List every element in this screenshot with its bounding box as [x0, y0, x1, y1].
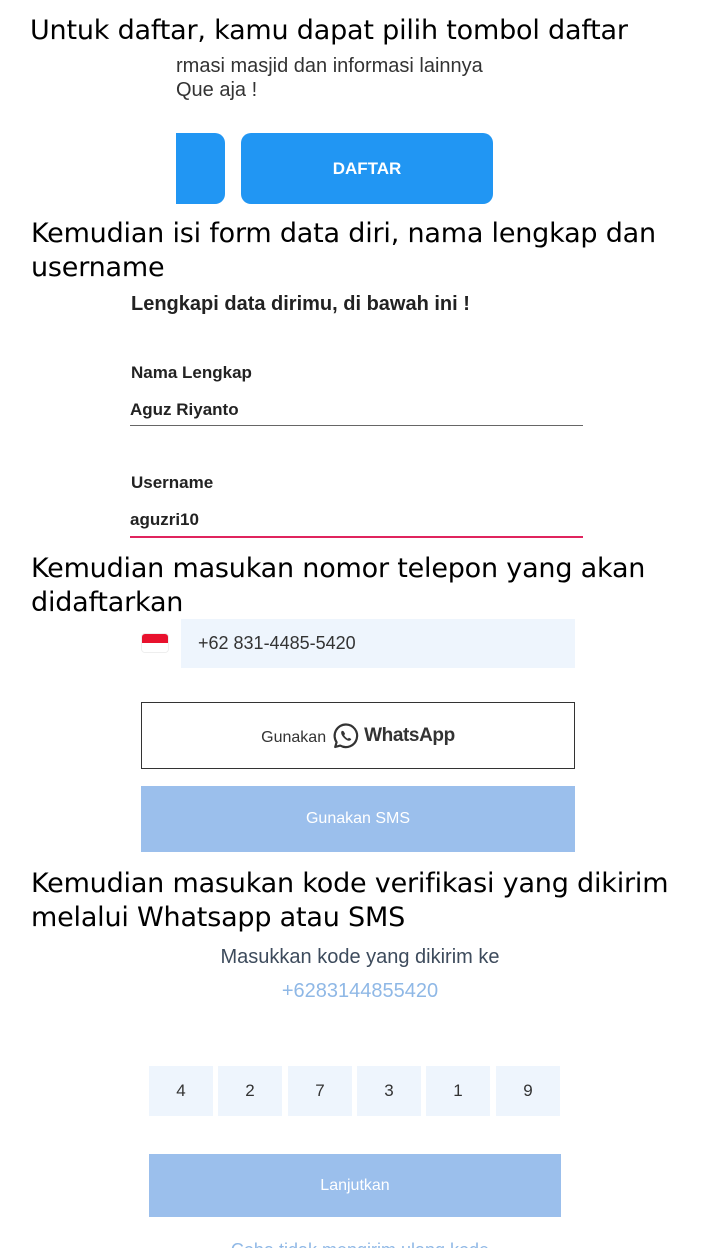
register-button[interactable]: DAFTAR — [241, 133, 493, 204]
indonesia-flag-icon[interactable] — [142, 634, 168, 652]
fullname-underline — [130, 425, 583, 426]
verification-title: Masukkan kode yang dikirim ke — [220, 946, 500, 968]
code-digit-5[interactable]: 1 — [426, 1066, 490, 1116]
sms-button-label: Gunakan SMS — [305, 810, 411, 827]
info-text-line2: Que aja ! — [176, 79, 258, 101]
username-field[interactable]: aguzri10 — [130, 508, 583, 539]
step3-caption: Kemudian masukan nomor telepon yang akan… — [31, 553, 646, 618]
whatsapp-icon — [332, 722, 360, 750]
code-digit-4[interactable]: 3 — [357, 1066, 421, 1116]
whatsapp-button-prefix: Gunakan — [261, 728, 327, 746]
info-text-line1: rmasi masjid dan informasi lainnya — [176, 55, 483, 77]
resend-code-text: Coba tidak mengirim ulang kode — [231, 1240, 489, 1248]
step4-caption: Kemudian masukan kode verifikasi yang di… — [31, 868, 669, 933]
use-whatsapp-button[interactable]: Gunakan WhatsApp — [141, 702, 575, 769]
continue-button[interactable]: Lanjutkan — [149, 1154, 561, 1217]
phone-number-value: +62 831-4485-5420 — [198, 633, 356, 653]
fullname-value: Aguz Riyanto — [130, 400, 239, 419]
verification-code-input[interactable]: 4 2 7 3 1 9 — [149, 1066, 561, 1116]
form-heading: Lengkapi data dirimu, di bawah ini ! — [131, 293, 470, 315]
whatsapp-button-brand: WhatsApp — [364, 724, 455, 746]
username-value: aguzri10 — [130, 510, 199, 529]
verification-phone: +6283144855420 — [281, 980, 439, 1002]
code-digit-1[interactable]: 4 — [149, 1066, 213, 1116]
fullname-field[interactable]: Aguz Riyanto — [130, 398, 583, 428]
code-digit-3[interactable]: 7 — [288, 1066, 352, 1116]
step2-caption: Kemudian isi form data diri, nama lengka… — [31, 218, 656, 283]
resend-code-link[interactable]: Coba tidak mengirim ulang kode — [60, 1240, 660, 1248]
phone-input[interactable]: +62 831-4485-5420 — [181, 619, 575, 668]
code-digit-6[interactable]: 9 — [496, 1066, 560, 1116]
use-sms-button[interactable]: Gunakan SMS — [141, 786, 575, 852]
fullname-label: Nama Lengkap — [131, 363, 252, 382]
continue-button-label: Lanjutkan — [320, 1176, 390, 1194]
register-button-label: DAFTAR — [332, 158, 402, 178]
step1-caption: Untuk daftar, kamu dapat pilih tombol da… — [30, 15, 628, 46]
username-underline-focused — [130, 536, 583, 538]
login-button-cropped[interactable] — [176, 133, 225, 204]
code-digit-2[interactable]: 2 — [218, 1066, 282, 1116]
username-label: Username — [131, 473, 214, 492]
